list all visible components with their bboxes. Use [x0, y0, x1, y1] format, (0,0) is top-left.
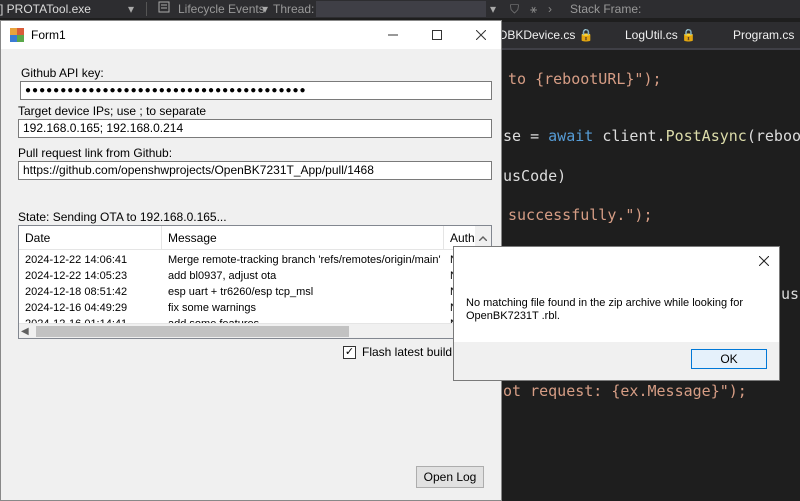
thread-label: Thread:	[273, 2, 315, 16]
cell-message: add bl0937, adjust ota	[168, 270, 277, 282]
code-line[interactable]: usCo	[781, 285, 800, 303]
code-token: client.	[593, 127, 666, 145]
form1-window: Form1 Github API key: ●●●●●●●●●●●●●●●●●●…	[0, 20, 502, 501]
close-icon	[759, 256, 769, 266]
dropdown-arrow-icon[interactable]: ▾	[490, 0, 496, 18]
tab-label: OBKDevice.cs	[498, 28, 576, 42]
cell-date: 2024-12-16 04:49:29	[25, 302, 128, 314]
minimize-button[interactable]	[371, 21, 415, 49]
code-line[interactable]: usCode)	[503, 167, 566, 185]
commits-list-view[interactable]: Date Message Autho 2024-12-22 14:06:41 M…	[18, 225, 492, 339]
scrollbar-thumb[interactable]	[36, 326, 349, 337]
lifecycle-events-button[interactable]: Lifecycle Events	[178, 0, 265, 18]
tab-logutil[interactable]: LogUtil.cs 🔒	[625, 22, 696, 48]
dialog-message: No matching file found in the zip archiv…	[466, 297, 743, 322]
api-key-label: Github API key:	[21, 66, 104, 80]
pr-link-label: Pull request link from Github:	[18, 146, 173, 160]
editor-tab-bar: OBKDevice.cs 🔒 LogUtil.cs 🔒 Program.cs 🔒	[495, 22, 800, 48]
dialog-close-button[interactable]	[749, 247, 779, 275]
tab-obkdevice[interactable]: OBKDevice.cs 🔒	[498, 22, 594, 48]
message-box-dialog: No matching file found in the zip archiv…	[453, 246, 780, 381]
tab-label: LogUtil.cs	[625, 28, 678, 42]
close-icon	[476, 30, 486, 40]
dropdown-arrow-icon[interactable]: ▾	[128, 0, 134, 18]
maximize-button[interactable]	[415, 21, 459, 49]
window-title: Form1	[31, 28, 66, 42]
code-line[interactable]: se = await client.PostAsync(rebootURL	[503, 127, 800, 145]
pr-link-input[interactable]: https://github.com/openshwprojects/OpenB…	[18, 161, 492, 180]
app-icon	[10, 28, 24, 42]
table-row[interactable]: 2024-12-22 14:05:23 add bl0937, adjust o…	[19, 268, 491, 284]
cell-message: Merge remote-tracking branch 'refs/remot…	[168, 254, 444, 266]
lifecycle-events-icon[interactable]	[158, 0, 170, 18]
code-line[interactable]: ot request: {ex.Message}");	[503, 382, 747, 400]
list-header: Date Message Autho	[19, 226, 491, 250]
chevron-right-icon[interactable]: ›	[548, 0, 552, 18]
cell-message: fix some warnings	[168, 302, 257, 314]
code-token: await	[548, 127, 594, 145]
tab-label: Program.cs	[733, 28, 795, 42]
maximize-icon	[432, 30, 442, 40]
column-header-message[interactable]: Message	[162, 226, 444, 250]
code-token: PostAsync	[665, 127, 747, 145]
tab-program[interactable]: Program.cs 🔒	[733, 22, 800, 48]
target-ips-label: Target device IPs; use ; to separate	[18, 104, 207, 118]
open-log-button[interactable]: Open Log	[416, 466, 484, 488]
filter-icon[interactable]: ⛉	[510, 0, 519, 18]
code-token: (rebootURL	[746, 127, 800, 145]
horizontal-scrollbar[interactable]: ◀	[19, 323, 491, 338]
table-row[interactable]: 2024-12-22 14:06:41 Merge remote-trackin…	[19, 252, 491, 268]
ok-button[interactable]: OK	[691, 349, 767, 369]
target-ips-input[interactable]: 192.168.0.165; 192.168.0.214	[18, 119, 492, 138]
code-line[interactable]: to {rebootURL}");	[508, 70, 662, 88]
code-token: se =	[503, 127, 549, 145]
code-token: {rebootURL}");	[535, 70, 662, 88]
title-bar[interactable]: Form1	[1, 21, 501, 49]
scroll-left-icon[interactable]: ◀	[21, 324, 29, 338]
cell-date: 2024-12-18 08:51:42	[25, 286, 128, 298]
table-row[interactable]: 2024-12-18 08:51:42 esp uart + tr6260/es…	[19, 284, 491, 300]
lock-icon: 🔒	[681, 28, 696, 42]
state-label: State: Sending OTA to 192.168.0.165...	[18, 210, 227, 224]
toggle-filter-icon[interactable]: ⚹	[530, 0, 537, 18]
tab-divider	[495, 48, 800, 50]
minimize-icon	[388, 34, 398, 36]
close-button[interactable]	[459, 21, 503, 49]
stack-frame-label: Stack Frame:	[570, 2, 642, 16]
column-header-date[interactable]: Date	[19, 226, 162, 250]
dropdown-arrow-icon[interactable]: ▾	[262, 0, 268, 18]
table-row[interactable]: 2024-12-16 04:49:29 fix some warnings N	[19, 300, 491, 316]
ide-debug-toolbar: ] PROTATool.exe ▾ Lifecycle Events ▾ Thr…	[0, 0, 800, 18]
process-selector[interactable]: ] PROTATool.exe	[0, 0, 91, 18]
chevron-up-icon	[479, 235, 487, 241]
lock-icon: 🔒	[578, 28, 594, 42]
flash-latest-checkbox[interactable]: ✓	[343, 346, 356, 359]
thread-dropdown[interactable]	[316, 1, 486, 17]
dialog-footer: OK	[454, 342, 779, 380]
cell-date: 2024-12-22 14:05:23	[25, 270, 128, 282]
api-key-input[interactable]: ●●●●●●●●●●●●●●●●●●●●●●●●●●●●●●●●●●●●●●●●	[20, 81, 492, 100]
cell-date: 2024-12-22 14:06:41	[25, 254, 128, 266]
cell-message: esp uart + tr6260/esp tcp_msl	[168, 286, 314, 298]
code-token: to	[508, 70, 527, 88]
code-line[interactable]: successfully.");	[508, 206, 653, 224]
